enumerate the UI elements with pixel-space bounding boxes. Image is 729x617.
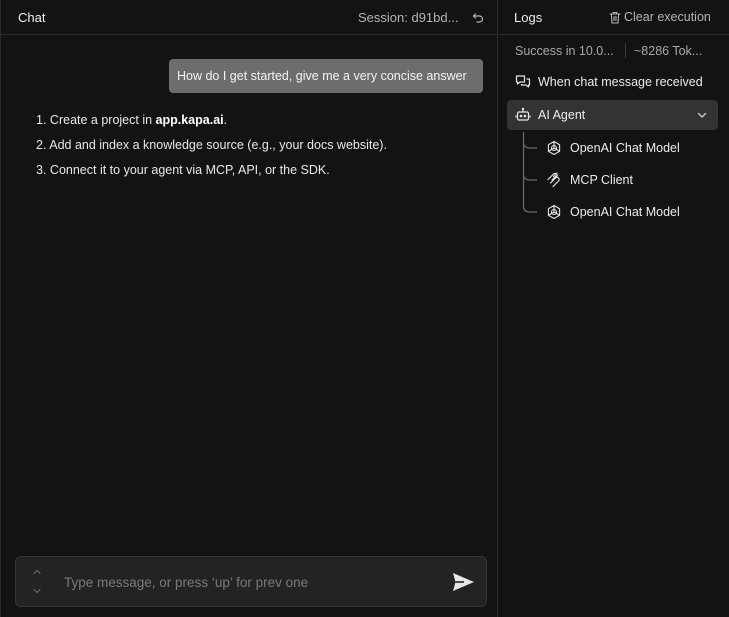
clear-execution-button[interactable]: Clear execution [609,10,711,24]
answer-item-2: 2. Add and index a knowledge source (e.g… [36,138,387,152]
log-item-label: When chat message received [538,75,703,89]
log-item-label: OpenAI Chat Model [570,141,680,155]
session-id-label[interactable]: Session: d91bd... [358,10,458,25]
log-item-openai-chat-model-1[interactable]: OpenAI Chat Model [546,136,726,160]
chevron-up-icon[interactable] [33,569,41,575]
answer-number: 3. [36,163,47,177]
trash-icon [609,11,621,24]
tree-connector-lines [522,132,537,213]
answer-item-1: 1. Create a project in app.kapa.ai. [36,113,227,127]
answer-text: Create a project in [49,113,156,127]
answer-text: Add and index a knowledge source (e.g., … [49,138,387,152]
answer-number: 2. [36,138,47,152]
answer-number: 1. [36,113,47,127]
log-item-label: MCP Client [570,173,633,187]
history-navigation[interactable] [31,566,45,598]
message-input[interactable] [64,571,434,593]
answer-item-3: 3. Connect it to your agent via MCP, API… [36,163,330,177]
log-item-openai-chat-model-2[interactable]: OpenAI Chat Model [546,200,726,224]
answer-text-end: . [223,113,228,127]
stats-divider [625,43,626,58]
mcp-icon [546,172,562,188]
user-message-bubble: How do I get started, give me a very con… [169,59,483,93]
log-item-label: OpenAI Chat Model [570,205,680,219]
log-item-mcp-client[interactable]: MCP Client [546,168,726,192]
logs-pane: Logs Clear execution Success in 10.0... … [499,0,729,617]
token-count: ~8286 Tok... [634,44,703,58]
chat-title: Chat [18,10,46,25]
chat-header: Chat Session: d91bd... [1,0,497,35]
send-icon [452,573,474,591]
openai-icon [546,204,562,220]
reset-session-button[interactable] [470,10,486,26]
send-button[interactable] [450,570,476,594]
chevron-down-icon[interactable] [696,109,708,121]
clear-execution-label: Clear execution [624,10,711,24]
app-window: Chat Session: d91bd... How do I get star… [0,0,729,617]
answer-link-text: app.kapa.ai [155,113,224,127]
answer-text: Connect it to your agent via MCP, API, o… [49,163,330,177]
openai-icon [546,140,562,156]
chevron-down-icon[interactable] [33,588,41,594]
chat-pane: Chat Session: d91bd... How do I get star… [0,0,498,617]
undo-icon [472,13,484,23]
message-composer [15,556,487,607]
